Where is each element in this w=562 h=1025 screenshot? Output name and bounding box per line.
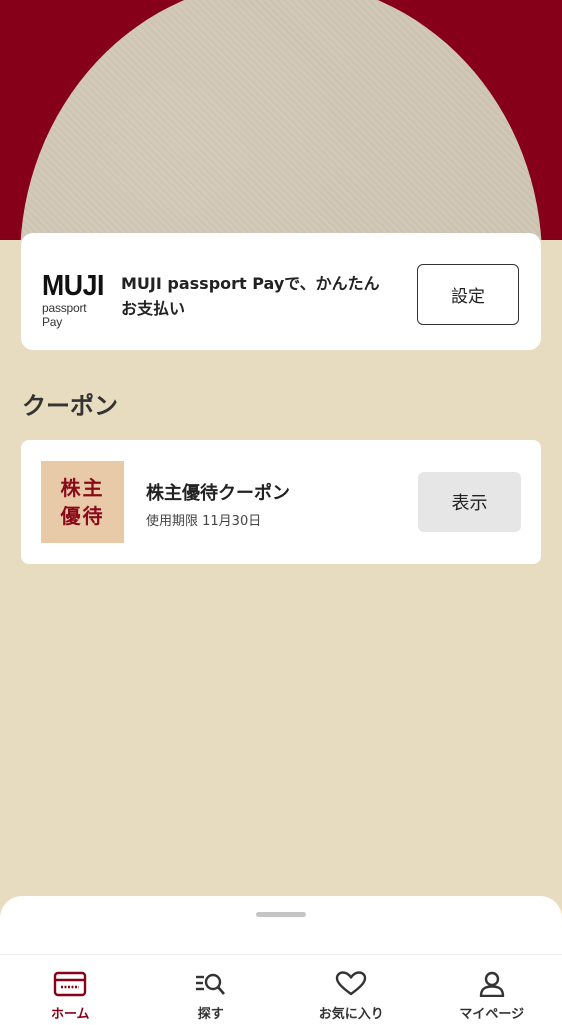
tab-mypage-label: マイページ: [459, 1003, 524, 1022]
heart-icon: [334, 971, 368, 997]
search-list-icon: [194, 971, 228, 997]
tab-search-label: 探す: [198, 1003, 224, 1022]
muji-passport-pay-card: MUJI passport Pay MUJI passport Payで、かんた…: [21, 233, 541, 350]
hero-image: [20, 0, 542, 240]
coupon-name: 株主優待クーポン: [146, 479, 290, 505]
tab-favorites-label: お気に入り: [319, 1003, 384, 1022]
person-icon: [475, 971, 509, 997]
logo-word: MUJI: [42, 271, 103, 301]
tab-mypage[interactable]: マイページ: [422, 955, 562, 1025]
tab-home-label: ホーム: [51, 1003, 90, 1022]
settings-button[interactable]: 設定: [417, 264, 519, 325]
sheet-drag-handle[interactable]: [256, 912, 306, 917]
show-coupon-button[interactable]: 表示: [418, 472, 521, 532]
coupon-card[interactable]: 株主優待 株主優待クーポン 使用期限 11月30日 表示: [21, 440, 541, 564]
coupon-thumbnail-text: 株主優待: [58, 474, 108, 530]
logo-subtitle: passport Pay: [42, 301, 108, 329]
muji-passport-pay-logo: MUJI passport Pay: [42, 271, 108, 319]
coupon-section-title: クーポン: [22, 386, 118, 421]
hero-banner: [0, 0, 562, 240]
card-icon: [53, 971, 87, 997]
bottom-tab-bar: ホーム 探す お気に入り マイページ: [0, 954, 562, 1025]
tab-favorites[interactable]: お気に入り: [281, 955, 422, 1025]
coupon-thumbnail: 株主優待: [41, 461, 124, 543]
coupon-expiry: 使用期限 11月30日: [146, 510, 261, 529]
tab-home[interactable]: ホーム: [0, 955, 141, 1025]
tab-search[interactable]: 探す: [141, 955, 282, 1025]
pay-description: MUJI passport Payで、かんたんお支払い: [121, 271, 391, 321]
